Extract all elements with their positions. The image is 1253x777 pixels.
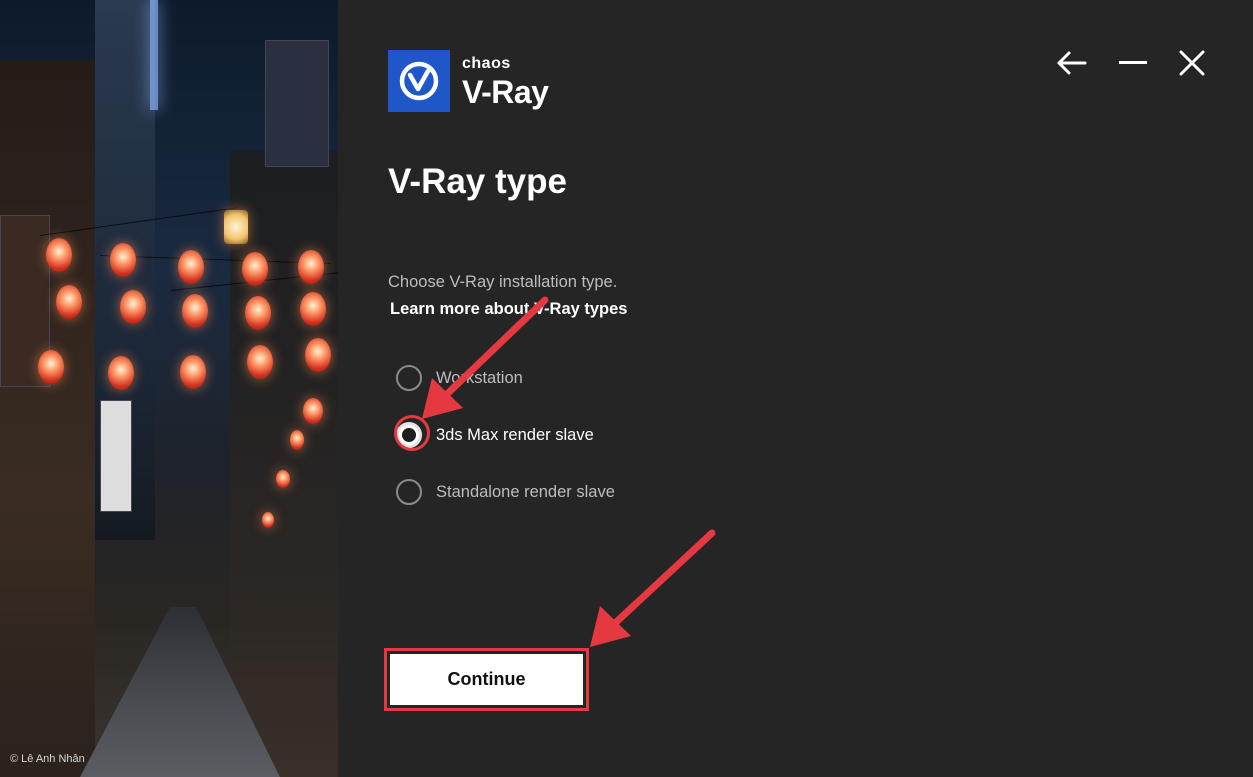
lantern <box>182 294 208 328</box>
signboard <box>265 40 329 167</box>
lantern <box>300 292 326 326</box>
option-label: 3ds Max render slave <box>436 425 594 444</box>
arrow-to-continue <box>590 529 716 647</box>
lantern <box>305 338 331 372</box>
page-title: V-Ray type <box>388 162 567 201</box>
radio-button[interactable] <box>396 365 422 391</box>
lantern <box>38 350 64 384</box>
lantern <box>120 290 146 324</box>
lantern <box>180 355 206 389</box>
building <box>0 60 95 777</box>
lantern <box>46 238 72 272</box>
lantern <box>178 250 204 284</box>
brand-name: chaos <box>462 55 511 72</box>
continue-button[interactable]: Continue <box>390 654 583 705</box>
back-button[interactable] <box>1054 46 1088 80</box>
lantern <box>262 512 274 528</box>
radio-button[interactable] <box>396 479 422 505</box>
page-subtitle: Choose V-Ray installation type. <box>388 273 618 291</box>
lantern <box>56 285 82 319</box>
vray-logo-icon <box>399 61 439 101</box>
option-label: Standalone render slave <box>436 482 615 501</box>
vray-logo <box>388 50 450 112</box>
option-workstation[interactable]: Workstation <box>396 362 523 394</box>
minimize-button[interactable] <box>1116 46 1150 80</box>
option-standalone-render-slave[interactable]: Standalone render slave <box>396 476 615 508</box>
lantern <box>245 296 271 330</box>
lantern <box>108 356 134 390</box>
lantern <box>110 243 136 277</box>
learn-more-link[interactable]: Learn more about V-Ray types <box>390 300 628 319</box>
lantern <box>242 252 268 286</box>
lantern <box>290 430 304 450</box>
photo-credit: © Lê Anh Nhân <box>10 753 85 765</box>
arrow-left-icon <box>1057 51 1087 75</box>
option-label: Workstation <box>436 368 523 387</box>
highlight-ring-annotation <box>394 415 430 451</box>
tower-light <box>150 0 158 110</box>
product-name: V-Ray <box>462 74 549 110</box>
building <box>230 150 338 777</box>
close-icon <box>1179 50 1205 76</box>
background-artwork: © Lê Anh Nhân <box>0 0 338 777</box>
minimize-icon <box>1119 61 1147 64</box>
lantern <box>247 345 273 379</box>
street-lamp <box>224 210 248 244</box>
lantern <box>276 470 290 488</box>
signboard <box>100 400 132 512</box>
lantern <box>303 398 323 424</box>
close-button[interactable] <box>1175 46 1209 80</box>
lantern <box>298 250 324 284</box>
